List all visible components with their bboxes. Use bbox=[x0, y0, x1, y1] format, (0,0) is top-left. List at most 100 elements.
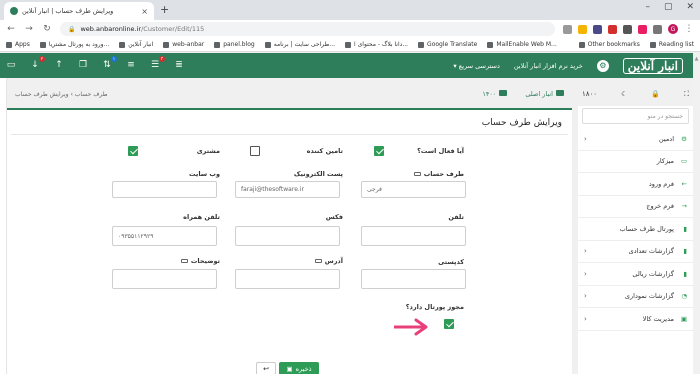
sidebar-item-chart-reports[interactable]: ◔ گزارشات نموداری ‹ bbox=[578, 286, 693, 308]
transfer-icon[interactable]: ⇅ ۱ bbox=[102, 56, 117, 70]
party-input[interactable]: فرجی bbox=[361, 181, 466, 198]
save-button[interactable]: ▣ ذخیره bbox=[279, 362, 319, 374]
sidebar-item-exit[interactable]: → فرم خروج bbox=[578, 196, 693, 218]
back-button[interactable]: ↩ bbox=[256, 362, 276, 374]
star-icon[interactable] bbox=[578, 24, 587, 34]
maximize-icon[interactable]: ▢ bbox=[664, 2, 673, 12]
window-controls: – ▢ ✕ bbox=[645, 2, 694, 12]
gears-icon: ⚙ bbox=[681, 134, 687, 143]
notes-input[interactable] bbox=[112, 269, 217, 289]
menu-search-input[interactable]: جستجو در منو bbox=[582, 108, 689, 124]
address-bar[interactable]: 🔒 web.anbaronline.ir/Customer/Edit/115 bbox=[60, 22, 555, 36]
settings-icon[interactable]: ⚙ bbox=[596, 59, 609, 72]
bookmark-item[interactable]: Google Translate bbox=[418, 41, 477, 48]
dark-mode-icon[interactable]: ☾ bbox=[621, 90, 627, 98]
close-tab-icon[interactable]: × bbox=[141, 7, 148, 16]
extension-icon[interactable] bbox=[608, 24, 617, 34]
bookmark-item[interactable]: ورود به پورتال مشتریا... bbox=[39, 41, 109, 48]
bookmark-item[interactable]: web-anbar bbox=[163, 41, 204, 48]
reading-list[interactable]: Reading list bbox=[649, 41, 694, 48]
store-icon[interactable]: ▭ bbox=[6, 59, 16, 70]
bookmark-icon bbox=[264, 41, 271, 48]
address-label: آدرس bbox=[314, 257, 343, 265]
zoom-icon[interactable] bbox=[563, 24, 572, 34]
new-tab-button[interactable]: + bbox=[160, 3, 169, 16]
upload-icon[interactable]: ↑ bbox=[54, 59, 64, 70]
website-input[interactable] bbox=[112, 181, 217, 198]
profile-avatar[interactable]: G bbox=[668, 24, 678, 34]
lock-icon[interactable]: 🔒 bbox=[651, 90, 660, 98]
extension-icon[interactable] bbox=[638, 24, 647, 34]
lock-icon: 🔒 bbox=[68, 25, 76, 33]
postal-code-input[interactable] bbox=[361, 269, 466, 289]
email-label: پست الکترونیک bbox=[293, 170, 343, 178]
extension-icon[interactable] bbox=[623, 24, 632, 34]
bookmark-item[interactable]: Apps bbox=[6, 41, 30, 48]
page-title: ویرایش طرف حساب bbox=[481, 118, 562, 128]
more-menu-icon[interactable]: ⋮ bbox=[684, 24, 694, 34]
reload-icon[interactable]: ↻ bbox=[42, 24, 52, 34]
minimize-icon[interactable]: – bbox=[645, 2, 650, 12]
back-icon[interactable]: ← bbox=[6, 24, 16, 34]
edit-form-card: ویرایش طرف حساب آیا فعال است؟ تامین کنند… bbox=[7, 108, 572, 374]
sort-icon[interactable]: ☰ ۳ bbox=[150, 56, 165, 70]
page-scrollbar[interactable]: ▲ bbox=[693, 53, 700, 374]
sidebar-item-rial-reports[interactable]: ▮ گزارشات ریالی ‹ bbox=[578, 263, 693, 286]
year-selector[interactable]: ۱۸۰۰ bbox=[582, 90, 597, 98]
sidebar-item-portal[interactable]: ▮ پورتال طرف حساب bbox=[578, 218, 693, 241]
phone-label: تلفن bbox=[448, 213, 464, 221]
portal-checkbox[interactable] bbox=[444, 319, 454, 329]
bookmark-item[interactable]: MailEnable Web M... bbox=[487, 41, 557, 48]
mobile-input[interactable]: ۰۹۳۵۵۱۱۲۹۲۹ bbox=[112, 226, 217, 246]
is-active-label: آیا فعال است؟ bbox=[417, 147, 464, 155]
customer-checkbox[interactable] bbox=[128, 146, 138, 156]
buy-software-link[interactable]: خرید نرم افزار انبار آنلاین bbox=[514, 62, 583, 70]
url-host: web.anbaronline.ir bbox=[80, 25, 142, 33]
browser-tab[interactable]: ویرایش طرف حساب | انبار آنلاین × bbox=[4, 2, 154, 20]
bookmark-item[interactable]: دانا بلاگ - محتوای ا... bbox=[345, 41, 408, 48]
header-menu: انبار آنلاین ⚙ خرید نرم افزار انبار آنلا… bbox=[453, 53, 683, 78]
supplier-checkbox[interactable] bbox=[250, 146, 260, 156]
app-logo[interactable]: انبار آنلاین bbox=[622, 57, 683, 74]
keyboard-icon bbox=[314, 259, 322, 263]
chevron-down-icon: ▾ bbox=[453, 61, 457, 70]
save-icon: ▣ bbox=[286, 364, 293, 373]
quick-access-menu[interactable]: دسترسی سریع ▾ bbox=[453, 62, 499, 70]
sidebar-item-desk[interactable]: ▭ میزکار bbox=[578, 151, 693, 173]
puzzle-icon[interactable] bbox=[653, 24, 662, 34]
website-label: وب سایت bbox=[189, 170, 220, 178]
bookmark-icon bbox=[418, 41, 425, 48]
warehouse-icon bbox=[556, 90, 564, 96]
fax-input[interactable] bbox=[235, 226, 340, 246]
breadcrumb-row: طرف حساب › ویرایش طرف حساب انبار اصلی ۱۴… bbox=[7, 85, 572, 103]
sidebar-item-goods[interactable]: ▣ مدیریت کالا ‹ bbox=[578, 308, 693, 331]
mobile-label: تلفن همراه bbox=[183, 213, 220, 221]
chevron-left-icon: ‹ bbox=[584, 269, 587, 278]
forward-icon[interactable]: → bbox=[24, 24, 34, 34]
arrow-left-icon: ← bbox=[681, 179, 687, 188]
copy-icon[interactable]: ❐ bbox=[78, 59, 88, 70]
sidebar-item-entry[interactable]: ← فرم ورود bbox=[578, 173, 693, 196]
inventory-selector[interactable]: انبار اصلی ۱۴۰۰ bbox=[482, 90, 564, 98]
is-active-checkbox[interactable] bbox=[374, 146, 384, 156]
list-icon[interactable]: ≡ bbox=[126, 59, 136, 70]
menu-icon[interactable]: ≣ bbox=[174, 59, 184, 70]
portal-label: مجوز پورتال دارد؟ bbox=[405, 303, 464, 311]
app-header: ▭ ↓ ۲ ↑ ❐ ⇅ ۱ ≡ ☰ ۳ ≣ انبار آنلاین ⚙ خرید ن… bbox=[0, 53, 693, 78]
breadcrumb-root[interactable]: طرف حساب bbox=[75, 91, 108, 98]
download-icon[interactable]: ↓ ۲ bbox=[30, 56, 45, 70]
sidebar-item-admin[interactable]: ⚙ ادمین ‹ bbox=[578, 128, 693, 151]
phone-input[interactable] bbox=[361, 226, 466, 246]
close-window-icon[interactable]: ✕ bbox=[686, 2, 694, 12]
bookmark-item[interactable]: panel.blog bbox=[214, 41, 255, 48]
fullscreen-icon[interactable]: ⛶ bbox=[684, 90, 689, 99]
sidebar-item-qty-reports[interactable]: ▮ گزارشات تعدادی ‹ bbox=[578, 241, 693, 263]
extension-icon[interactable] bbox=[593, 24, 602, 34]
address-input[interactable] bbox=[235, 269, 340, 289]
other-bookmarks[interactable]: Other bookmarks bbox=[578, 41, 640, 48]
bookmark-icon bbox=[345, 41, 352, 48]
email-input[interactable]: faraji@thesoftware.ir bbox=[235, 181, 340, 198]
bookmark-item[interactable]: طراحی سایت | برنامه... bbox=[264, 41, 335, 48]
scroll-up-icon[interactable]: ▲ bbox=[694, 56, 699, 66]
bookmark-item[interactable]: انبار آنلاین bbox=[119, 41, 153, 48]
